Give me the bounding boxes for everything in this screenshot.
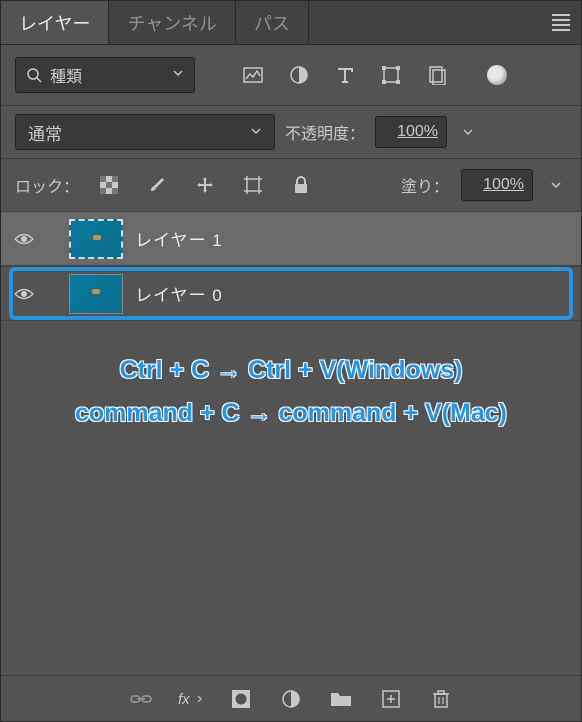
blend-row: 通常 不透明度： 100% — [1, 105, 581, 159]
filter-shape-icon[interactable] — [373, 57, 409, 93]
annotation-text-windows: Ctrl + C → Ctrl + V(Windows) — [1, 356, 581, 385]
lock-brush-icon[interactable] — [139, 167, 175, 203]
eye-icon — [14, 287, 34, 301]
layer-row[interactable]: レイヤー 0 — [1, 266, 581, 321]
lock-label: ロック： — [15, 173, 79, 197]
mask-button[interactable] — [227, 685, 255, 713]
hamburger-icon — [552, 14, 570, 31]
svg-text:fx: fx — [178, 691, 190, 708]
lock-all-icon[interactable] — [283, 167, 319, 203]
annotation-text-mac: command + C → command + V(Mac) — [1, 399, 581, 428]
chevron-down-icon — [172, 66, 184, 84]
filter-label: 種類 — [50, 63, 82, 87]
bottom-toolbar: fx — [1, 675, 581, 721]
tab-row: レイヤー チャンネル パス — [1, 1, 581, 45]
search-icon — [26, 67, 42, 83]
tab-layers[interactable]: レイヤー — [1, 1, 109, 44]
layer-row[interactable]: レイヤー 1 — [1, 211, 581, 266]
layer-list: レイヤー 1 レイヤー 0 Ctrl + C → Ctrl + V(Window… — [1, 211, 581, 675]
filter-smart-icon[interactable] — [419, 57, 455, 93]
layer-thumbnail[interactable] — [69, 274, 123, 314]
filter-row: 種類 — [1, 45, 581, 105]
chevron-down-icon — [250, 122, 262, 142]
opacity-input[interactable]: 100% — [375, 116, 447, 148]
color-filter-dot[interactable] — [487, 65, 507, 85]
fill-popup-button[interactable] — [545, 174, 567, 196]
visibility-toggle[interactable] — [13, 228, 35, 250]
filter-adjust-icon[interactable] — [281, 57, 317, 93]
filter-pixel-icon[interactable] — [235, 57, 271, 93]
group-button[interactable] — [327, 685, 355, 713]
filter-type-select[interactable]: 種類 — [15, 57, 195, 93]
filter-type-icon[interactable] — [327, 57, 363, 93]
tab-paths[interactable]: パス — [236, 1, 309, 44]
fill-label: 塗り： — [401, 173, 449, 197]
opacity-popup-button[interactable] — [457, 121, 479, 143]
layer-thumbnail[interactable] — [69, 219, 123, 259]
layers-panel: レイヤー チャンネル パス 種類 — [0, 0, 582, 722]
link-layers-button[interactable] — [127, 685, 155, 713]
panel-menu-button[interactable] — [541, 1, 581, 44]
trash-button[interactable] — [427, 685, 455, 713]
layer-name[interactable]: レイヤー 0 — [135, 281, 223, 306]
lock-transparency-icon[interactable] — [91, 167, 127, 203]
lock-move-icon[interactable] — [187, 167, 223, 203]
opacity-label: 不透明度： — [285, 120, 365, 144]
lock-artboard-icon[interactable] — [235, 167, 271, 203]
visibility-toggle[interactable] — [13, 283, 35, 305]
fx-button[interactable]: fx — [177, 685, 205, 713]
blend-mode-label: 通常 — [28, 120, 62, 145]
tab-channels[interactable]: チャンネル — [109, 1, 235, 44]
layer-name[interactable]: レイヤー 1 — [135, 226, 223, 251]
adjustment-button[interactable] — [277, 685, 305, 713]
new-layer-button[interactable] — [377, 685, 405, 713]
eye-icon — [14, 232, 34, 246]
blend-mode-select[interactable]: 通常 — [15, 114, 275, 150]
fill-input[interactable]: 100% — [461, 169, 533, 201]
lock-row: ロック： 塗り： 100% — [1, 159, 581, 211]
